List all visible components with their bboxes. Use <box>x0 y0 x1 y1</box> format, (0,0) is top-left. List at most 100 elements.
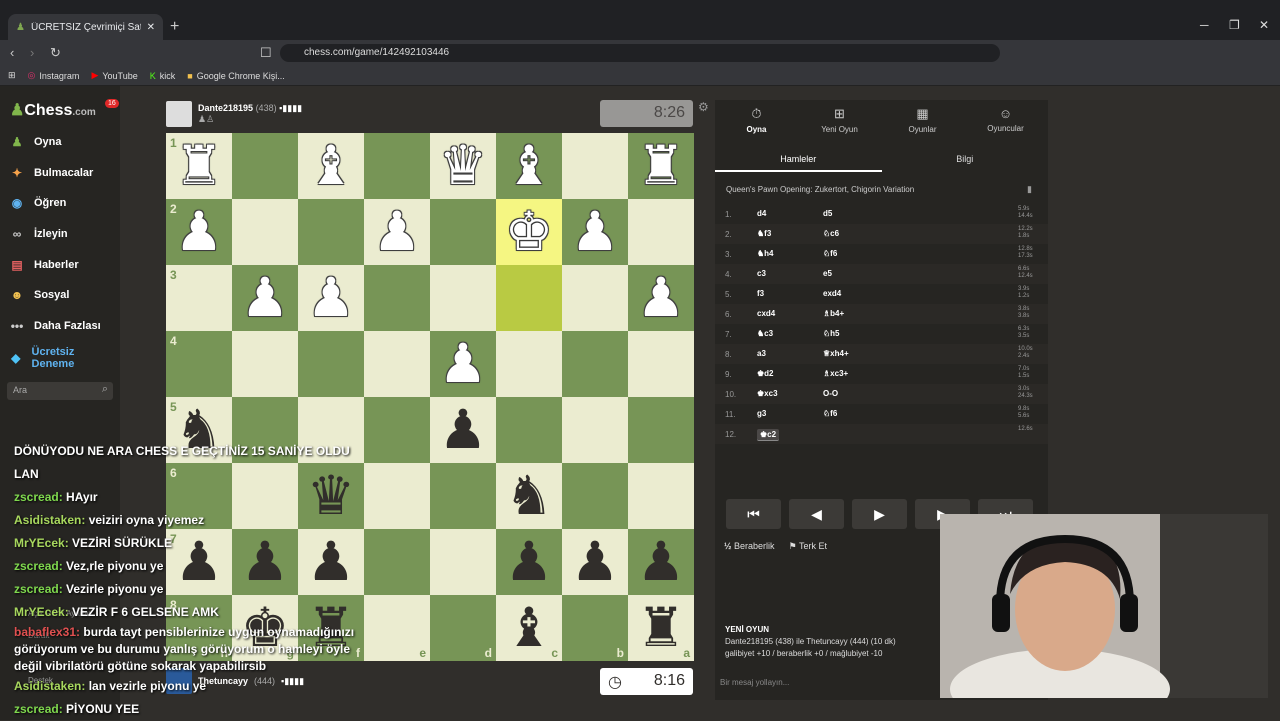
board-square[interactable] <box>628 463 694 529</box>
chess-logo[interactable]: ♟Chess.com <box>10 100 96 120</box>
white-move[interactable]: d4 <box>757 209 766 218</box>
white-move[interactable]: f3 <box>757 289 764 298</box>
white-pawn-icon[interactable]: ♟ <box>439 337 487 391</box>
board-square[interactable]: 4 <box>166 331 232 397</box>
board-square[interactable] <box>562 265 628 331</box>
board-square[interactable] <box>364 133 430 199</box>
close-tab-icon[interactable]: ✕ <box>147 22 155 33</box>
tab-games[interactable]: ▦ Oyunlar <box>881 106 964 134</box>
previous-move-button[interactable]: ◀ <box>789 499 844 529</box>
black-move[interactable]: ♘c6 <box>823 229 839 238</box>
board-square[interactable] <box>562 463 628 529</box>
white-pawn-icon[interactable]: ♟ <box>373 205 421 259</box>
board-square[interactable] <box>364 331 430 397</box>
minimize-icon[interactable]: ─ <box>1200 18 1209 32</box>
tab-players[interactable]: ☺ Oyuncular <box>964 106 1047 133</box>
white-king-icon[interactable]: ♚ <box>505 205 553 259</box>
board-square[interactable]: ♝ <box>298 133 364 199</box>
white-bishop-icon[interactable]: ♝ <box>505 139 553 193</box>
board-square[interactable]: ♚ <box>496 199 562 265</box>
tab-info[interactable]: Bilgi <box>882 146 1049 172</box>
board-square[interactable]: 1 ♜ <box>166 133 232 199</box>
bookmark-folder[interactable]: ■ Google Chrome Kişi... <box>187 71 284 81</box>
white-move[interactable]: cxd4 <box>757 309 775 318</box>
board-square[interactable]: ♟ <box>232 265 298 331</box>
white-move[interactable]: ♚c2 <box>757 429 780 441</box>
board-square[interactable] <box>298 331 364 397</box>
white-rook-icon[interactable]: ♜ <box>637 139 685 193</box>
black-move[interactable]: O-O <box>823 389 838 398</box>
board-square[interactable]: a ♜ <box>628 595 694 661</box>
white-rook-icon[interactable]: ♜ <box>175 139 223 193</box>
nav-play[interactable]: ♟ Oyna <box>8 134 62 150</box>
board-square[interactable] <box>232 133 298 199</box>
url-field[interactable]: chess.com/game/142492103446 <box>280 44 1000 62</box>
board-square[interactable] <box>496 265 562 331</box>
white-pawn-icon[interactable]: ♟ <box>571 205 619 259</box>
board-square[interactable] <box>298 199 364 265</box>
apps-icon[interactable]: ⊞ <box>8 70 16 81</box>
black-pawn-icon[interactable]: ♟ <box>439 403 487 457</box>
player-name[interactable]: Dante218195 <box>198 103 253 113</box>
trash-icon[interactable]: ▮ <box>1027 184 1032 195</box>
new-tab-button[interactable]: + <box>170 18 179 36</box>
draw-button[interactable]: ½ Beraberlik <box>724 541 775 552</box>
board-square[interactable]: 2 ♟ <box>166 199 232 265</box>
nav-puzzles[interactable]: ✦ Bulmacalar <box>8 165 93 181</box>
board-square[interactable] <box>628 199 694 265</box>
forward-icon[interactable]: › <box>30 45 34 60</box>
black-move[interactable]: d5 <box>823 209 832 218</box>
board-square[interactable]: ♞ <box>496 463 562 529</box>
board-square[interactable]: ♟ <box>562 199 628 265</box>
nav-watch[interactable]: ∞ İzleyin <box>8 226 68 242</box>
board-square[interactable] <box>364 265 430 331</box>
search-input[interactable]: Ara ⌕ <box>7 382 113 400</box>
board-square[interactable]: ♟ <box>430 331 496 397</box>
white-pawn-icon[interactable]: ♟ <box>637 271 685 325</box>
board-square[interactable] <box>628 397 694 463</box>
close-window-icon[interactable]: ✕ <box>1259 18 1269 32</box>
board-square[interactable] <box>430 199 496 265</box>
board-square[interactable]: ♟ <box>430 397 496 463</box>
bookmark-youtube[interactable]: ▶ YouTube <box>91 70 137 81</box>
avatar[interactable] <box>166 101 192 127</box>
first-move-button[interactable]: ⏮ <box>726 499 781 529</box>
board-square[interactable] <box>496 397 562 463</box>
maximize-icon[interactable]: ❐ <box>1229 18 1240 32</box>
board-square[interactable] <box>232 331 298 397</box>
board-square[interactable]: ♛ <box>430 133 496 199</box>
board-square[interactable]: b <box>562 595 628 661</box>
resign-button[interactable]: ⚑ Terk Et <box>789 541 827 552</box>
board-square[interactable]: ♟ <box>298 265 364 331</box>
tab-play[interactable]: ⏱ Oyna <box>715 106 798 134</box>
black-pawn-icon[interactable]: ♟ <box>571 535 619 589</box>
board-square[interactable] <box>562 133 628 199</box>
white-move[interactable]: ♚d2 <box>757 369 774 378</box>
board-square[interactable]: ♟ <box>628 529 694 595</box>
back-icon[interactable]: ‹ <box>10 45 14 60</box>
nav-free-trial[interactable]: ◆ Ücretsiz Deneme <box>8 346 108 370</box>
white-bishop-icon[interactable]: ♝ <box>307 139 355 193</box>
play-button[interactable]: ▶ <box>852 499 907 529</box>
board-square[interactable] <box>496 331 562 397</box>
black-pawn-icon[interactable]: ♟ <box>637 535 685 589</box>
white-pawn-icon[interactable]: ♟ <box>241 271 289 325</box>
nav-social[interactable]: ☻ Sosyal <box>8 287 70 303</box>
settings-gear-icon[interactable]: ⚙ <box>698 100 709 114</box>
white-move[interactable]: ♚xc3 <box>757 389 778 398</box>
board-square[interactable]: ♟ <box>496 529 562 595</box>
message-input[interactable]: Bir mesaj yollayın... <box>720 678 789 687</box>
white-move[interactable]: a3 <box>757 349 766 358</box>
board-square[interactable] <box>232 199 298 265</box>
bookmark-kick[interactable]: Kkick <box>150 71 176 81</box>
board-square[interactable]: d <box>430 595 496 661</box>
black-move[interactable]: ♘f6 <box>823 409 837 418</box>
nav-more[interactable]: ••• Daha Fazlası <box>8 318 101 334</box>
bookmark-instagram[interactable]: ◎ Instagram <box>28 70 80 81</box>
tab-moves[interactable]: Hamleler <box>715 146 882 172</box>
black-move[interactable]: ♗b4+ <box>823 309 844 318</box>
board-square[interactable]: c ♝ <box>496 595 562 661</box>
white-move[interactable]: c3 <box>757 269 766 278</box>
board-square[interactable]: ♝ <box>496 133 562 199</box>
white-pawn-icon[interactable]: ♟ <box>175 205 223 259</box>
